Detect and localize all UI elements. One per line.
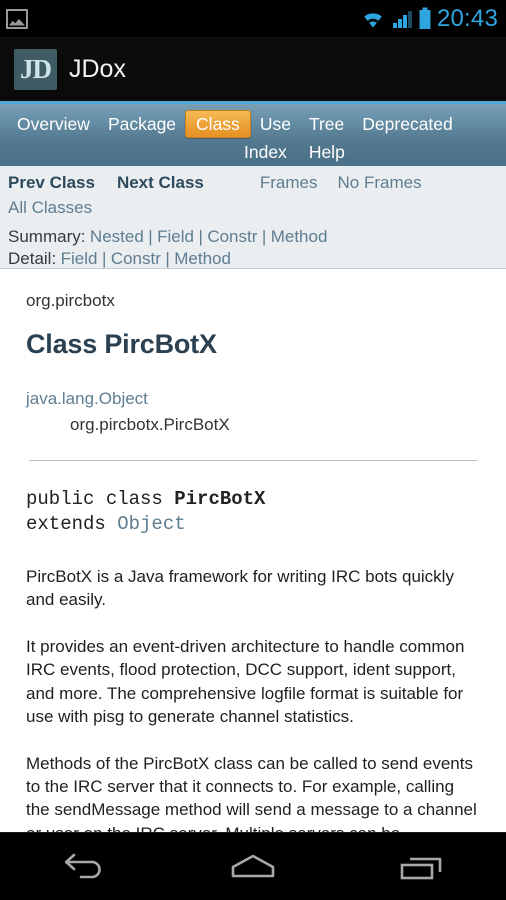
sub-nav-class-links: Prev Class Next Class Frames No Frames [0, 166, 506, 193]
status-indicators: 20:43 [360, 5, 498, 33]
signature-modifiers: public class [26, 487, 175, 510]
summary-row: Summary: Nested | Field | Constr | Metho… [8, 226, 506, 248]
separator: | [101, 249, 107, 269]
all-classes-link[interactable]: All Classes [8, 198, 92, 217]
signature-supertype-link[interactable]: Object [117, 513, 185, 535]
summary-link-field[interactable]: Field [157, 227, 194, 246]
detail-label: Detail: [8, 249, 57, 269]
back-arrow-icon [65, 853, 102, 878]
status-clock: 20:43 [436, 4, 498, 32]
app-title-bar: JD JDox [0, 38, 506, 101]
detail-row: Detail: Field | Constr | Method [8, 248, 506, 270]
nav-item-help[interactable]: Help [309, 142, 345, 162]
class-signature: public class PircBotX extends Object [26, 487, 480, 538]
battery-icon [419, 7, 431, 29]
app-title: JDox [69, 55, 126, 83]
separator: | [148, 227, 153, 246]
separator: | [165, 249, 170, 269]
javadoc-content: org.pircbotx Class PircBotX java.lang.Ob… [0, 269, 506, 832]
nav-item-tree[interactable]: Tree [300, 111, 353, 137]
android-status-bar: 20:43 [0, 0, 506, 38]
page-title: Class PircBotX [26, 329, 217, 359]
cellular-signal-icon [392, 10, 412, 28]
separator: | [261, 227, 267, 246]
home-icon [231, 854, 275, 877]
signature-class-name: PircBotX [174, 487, 266, 510]
description-paragraph: Methods of the PircBotX class can be cal… [26, 753, 477, 833]
home-button[interactable] [205, 844, 301, 890]
nav-item-package[interactable]: Package [99, 111, 185, 137]
nav-item-deprecated[interactable]: Deprecated [353, 111, 461, 137]
no-frames-link[interactable]: No Frames [338, 173, 422, 193]
recent-apps-icon [400, 857, 441, 879]
nav-item-class[interactable]: Class [185, 110, 251, 139]
inheritance-tree: java.lang.Object org.pircbotx.PircBotX [26, 386, 480, 438]
javadoc-top-nav: Overview Package Class Use Tree Deprecat… [0, 101, 506, 166]
nav-item-overview[interactable]: Overview [8, 111, 99, 137]
back-button[interactable] [36, 844, 132, 890]
divider [29, 459, 477, 461]
description-paragraph: It provides an event-driven architecture… [26, 636, 465, 727]
recent-apps-button[interactable] [374, 844, 470, 890]
detail-link-field[interactable]: Field [61, 249, 98, 268]
superclass-link[interactable]: java.lang.Object [26, 389, 148, 408]
sub-nav-all-classes-row: All Classes [0, 193, 506, 218]
device-screen: 20:43 JD JDox Overview Package Class Use… [0, 0, 506, 900]
signature-extends-keyword: extends [26, 513, 118, 536]
javadoc-nav-row-secondary: Index Help [0, 138, 506, 162]
separator: | [198, 227, 203, 246]
wifi-icon [364, 12, 382, 27]
javadoc-nav-row-primary: Overview Package Class Use Tree Deprecat… [0, 104, 506, 139]
package-name: org.pircbotx [26, 291, 115, 310]
sub-nav-summary-detail: Summary: Nested | Field | Constr | Metho… [0, 218, 506, 271]
image-notification-icon [6, 8, 28, 29]
summary-link-nested[interactable]: Nested [90, 227, 144, 246]
summary-link-constr[interactable]: Constr [207, 227, 257, 246]
next-class-link[interactable]: Next Class [117, 173, 204, 193]
javadoc-sub-nav: Prev Class Next Class Frames No Frames A… [0, 166, 506, 269]
android-navigation-bar [0, 832, 506, 900]
frames-link[interactable]: Frames [260, 173, 318, 193]
detail-link-constr[interactable]: Constr [111, 249, 161, 268]
summary-link-method[interactable]: Method [271, 227, 328, 246]
current-class-node: org.pircbotx.PircBotX [70, 415, 230, 434]
status-notifications [6, 8, 28, 29]
summary-label: Summary: [8, 227, 86, 246]
nav-item-use[interactable]: Use [251, 111, 300, 137]
description-paragraph: PircBotX is a Java framework for writing… [26, 566, 454, 610]
prev-class-link[interactable]: Prev Class [8, 173, 95, 193]
nav-item-index[interactable]: Index [244, 142, 287, 162]
detail-link-method[interactable]: Method [174, 249, 231, 268]
app-logo-icon: JD [14, 49, 57, 90]
